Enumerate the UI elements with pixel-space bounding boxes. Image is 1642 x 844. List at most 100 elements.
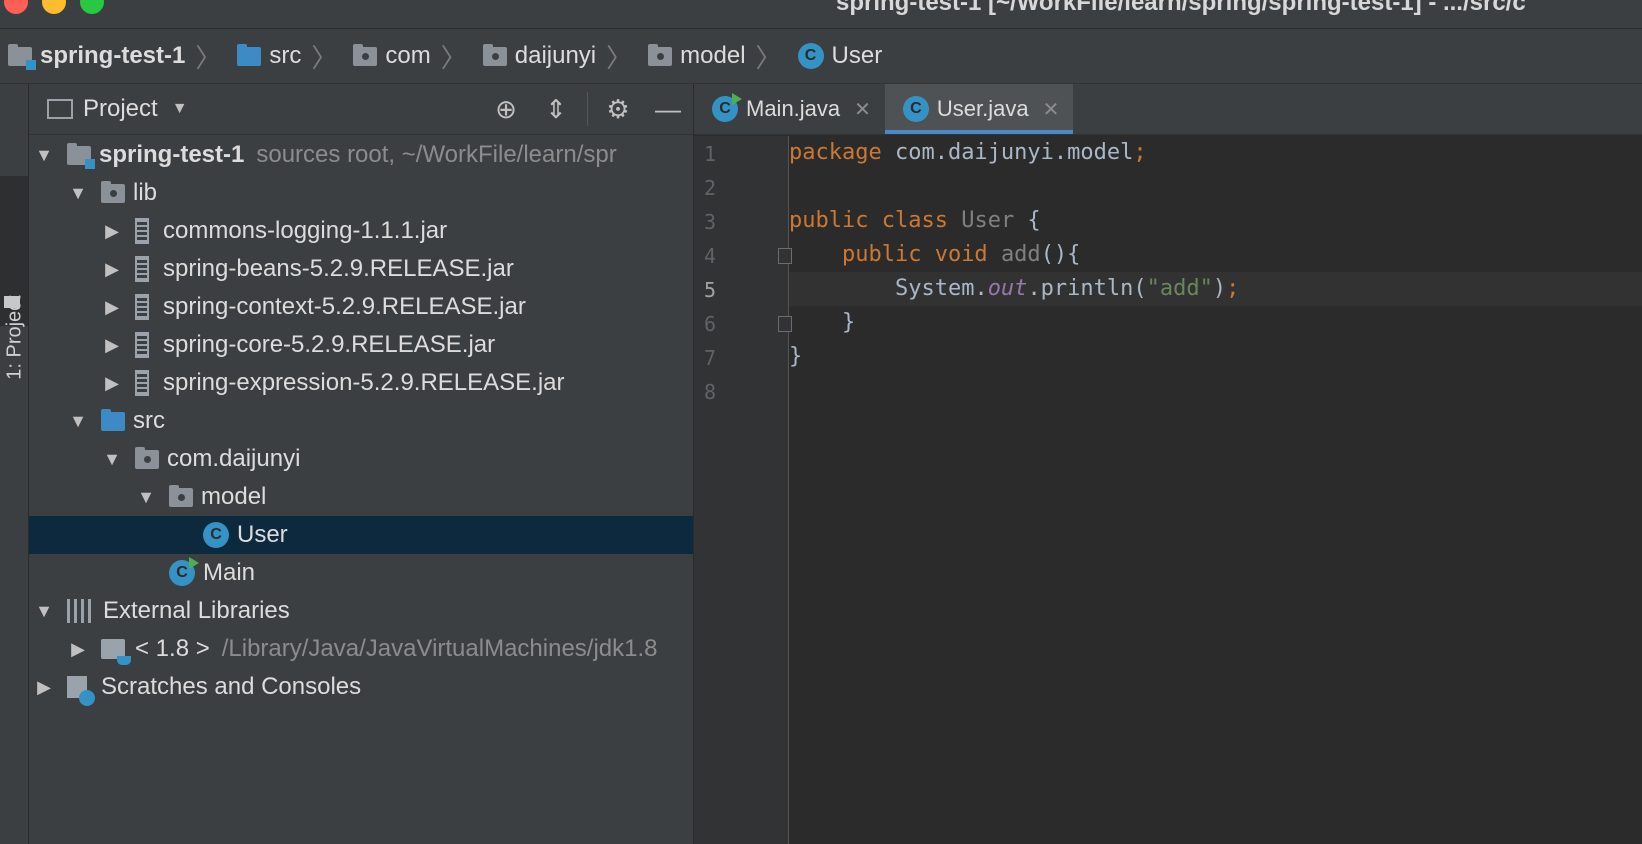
expanded-arrow-icon[interactable]: ▼ bbox=[67, 411, 89, 432]
breadcrumb-src[interactable]: src 〉 bbox=[237, 38, 345, 75]
expanded-arrow-icon[interactable]: ▼ bbox=[135, 487, 157, 508]
expanded-arrow-icon[interactable]: ▼ bbox=[33, 601, 55, 622]
code-line: } bbox=[789, 344, 803, 369]
editor-area: C Main.java ✕ C User.java ✕ 1 2 3 4 5 6 … bbox=[694, 84, 1642, 844]
tree-item-src[interactable]: ▼ src bbox=[29, 402, 693, 440]
line-number: 2 bbox=[704, 176, 717, 200]
expanded-arrow-icon[interactable]: ▼ bbox=[101, 449, 123, 470]
line-number-gutter[interactable]: 1 2 3 4 5 6 7 8 bbox=[694, 136, 792, 844]
tree-item-scratches[interactable]: ▶ Scratches and Consoles bbox=[29, 668, 693, 706]
tab-user-java[interactable]: C User.java ✕ bbox=[884, 84, 1074, 134]
collapse-all-icon[interactable]: ⇕ bbox=[541, 94, 571, 124]
expanded-arrow-icon[interactable]: ▼ bbox=[33, 145, 55, 166]
tree-item-label: < 1.8 > bbox=[135, 635, 210, 662]
close-window-button[interactable] bbox=[4, 0, 28, 14]
code-line: public void add(){ bbox=[841, 242, 1081, 267]
project-panel: Project ▼ ⊕ ⇕ ⚙ — ▼ spring-test-1 source… bbox=[29, 84, 694, 844]
code-line: package com.daijunyi.model; bbox=[789, 140, 1147, 165]
collapsed-arrow-icon[interactable]: ▶ bbox=[101, 259, 123, 280]
code-line: } bbox=[789, 310, 856, 335]
runnable-class-icon: C bbox=[712, 93, 742, 122]
tool-window-strip: 1: Project bbox=[0, 84, 29, 844]
tree-item-label: commons-logging-1.1.1.jar bbox=[163, 217, 448, 244]
hide-panel-icon[interactable]: — bbox=[653, 94, 683, 124]
window-title: spring-test-1 [~/WorkFile/learn/spring/s… bbox=[836, 0, 1526, 16]
tree-item-label: src bbox=[133, 407, 165, 434]
tree-item-package[interactable]: ▼ com.daijunyi bbox=[29, 440, 693, 478]
breadcrumb: spring-test-1 〉 src 〉 com 〉 daijunyi 〉 model… bbox=[0, 29, 1642, 84]
project-view-icon bbox=[47, 99, 73, 119]
tree-item-jdk[interactable]: ▶ < 1.8 > /Library/Java/JavaVirtualMachi… bbox=[29, 630, 693, 668]
class-icon: C bbox=[902, 96, 929, 122]
tree-item-label: lib bbox=[133, 179, 158, 206]
jdk-icon bbox=[101, 639, 131, 665]
tab-main-java[interactable]: C Main.java ✕ bbox=[694, 84, 885, 134]
tree-item-detail: /Library/Java/JavaVirtualMachines/jdk1.8 bbox=[221, 635, 658, 662]
jar-icon bbox=[135, 370, 149, 396]
tree-item-jar[interactable]: ▶ spring-expression-5.2.9.RELEASE.jar bbox=[29, 364, 693, 402]
package-icon bbox=[648, 43, 673, 66]
collapsed-arrow-icon[interactable]: ▶ bbox=[101, 221, 123, 242]
tree-item-lib[interactable]: ▼ lib bbox=[29, 174, 693, 212]
class-icon: C bbox=[203, 522, 229, 548]
jar-icon bbox=[135, 218, 149, 244]
locate-icon[interactable]: ⊕ bbox=[491, 94, 521, 124]
tree-item-jar[interactable]: ▶ commons-logging-1.1.1.jar bbox=[29, 212, 693, 250]
tree-item-project-root[interactable]: ▼ spring-test-1 sources root, ~/WorkFile… bbox=[29, 136, 693, 174]
tree-item-jar[interactable]: ▶ spring-beans-5.2.9.RELEASE.jar bbox=[29, 250, 693, 288]
tree-item-external-libraries[interactable]: ▼ External Libraries bbox=[29, 592, 693, 630]
collapsed-arrow-icon[interactable]: ▶ bbox=[67, 639, 89, 660]
library-icon bbox=[67, 599, 93, 623]
jar-icon bbox=[135, 256, 149, 282]
project-tool-label: 1: Project bbox=[3, 295, 26, 380]
tree-item-label: spring-context-5.2.9.RELEASE.jar bbox=[163, 293, 526, 320]
breadcrumb-user[interactable]: C User bbox=[797, 42, 882, 70]
tree-item-model[interactable]: ▼ model bbox=[29, 478, 693, 516]
line-number: 6 bbox=[704, 312, 717, 336]
folder-icon bbox=[4, 296, 20, 308]
line-number: 7 bbox=[704, 346, 717, 370]
folder-icon bbox=[101, 180, 125, 203]
expanded-arrow-icon[interactable]: ▼ bbox=[67, 183, 89, 204]
tree-item-jar[interactable]: ▶ spring-core-5.2.9.RELEASE.jar bbox=[29, 326, 693, 364]
close-icon[interactable]: ✕ bbox=[854, 97, 871, 122]
collapsed-arrow-icon[interactable]: ▶ bbox=[101, 335, 123, 356]
tree-item-label: spring-expression-5.2.9.RELEASE.jar bbox=[163, 369, 565, 396]
tree-item-label: External Libraries bbox=[103, 597, 290, 624]
collapsed-arrow-icon[interactable]: ▶ bbox=[101, 373, 123, 394]
jar-icon bbox=[135, 294, 149, 320]
tree-item-jar[interactable]: ▶ spring-context-5.2.9.RELEASE.jar bbox=[29, 288, 693, 326]
module-folder-icon bbox=[67, 142, 95, 169]
breadcrumb-project[interactable]: spring-test-1 〉 bbox=[8, 38, 229, 75]
breadcrumb-com[interactable]: com 〉 bbox=[353, 38, 474, 75]
line-number: 5 bbox=[704, 278, 717, 302]
tab-label: User.java bbox=[936, 96, 1029, 121]
line-number: 1 bbox=[704, 142, 717, 166]
tree-item-main[interactable]: C Main bbox=[29, 554, 693, 592]
gear-icon[interactable]: ⚙ bbox=[603, 94, 633, 124]
breadcrumb-daijunyi[interactable]: daijunyi 〉 bbox=[482, 38, 640, 75]
zoom-window-button[interactable] bbox=[80, 0, 104, 14]
close-icon[interactable]: ✕ bbox=[1043, 97, 1060, 122]
code-line-current: System.out.println("add"); bbox=[789, 272, 1642, 306]
collapsed-arrow-icon[interactable]: ▶ bbox=[33, 677, 55, 698]
tree-item-user[interactable]: C User bbox=[29, 516, 693, 554]
module-folder-icon bbox=[8, 43, 36, 70]
collapsed-arrow-icon[interactable]: ▶ bbox=[101, 297, 123, 318]
tree-item-label: User bbox=[237, 521, 288, 548]
minimize-window-button[interactable] bbox=[42, 0, 66, 14]
scratches-icon bbox=[67, 676, 95, 706]
runnable-class-icon: C bbox=[169, 557, 199, 586]
line-number: 8 bbox=[704, 380, 717, 404]
package-icon bbox=[353, 43, 378, 66]
toolbar-divider bbox=[587, 92, 588, 126]
line-number: 3 bbox=[704, 210, 717, 234]
breadcrumb-model[interactable]: model 〉 bbox=[648, 38, 789, 75]
tree-item-label: model bbox=[201, 483, 267, 510]
line-number: 4 bbox=[704, 244, 717, 268]
tree-item-label: Scratches and Consoles bbox=[101, 673, 362, 700]
caret-down-icon[interactable]: ▼ bbox=[172, 100, 188, 118]
project-view-selector[interactable]: Project bbox=[83, 95, 158, 123]
